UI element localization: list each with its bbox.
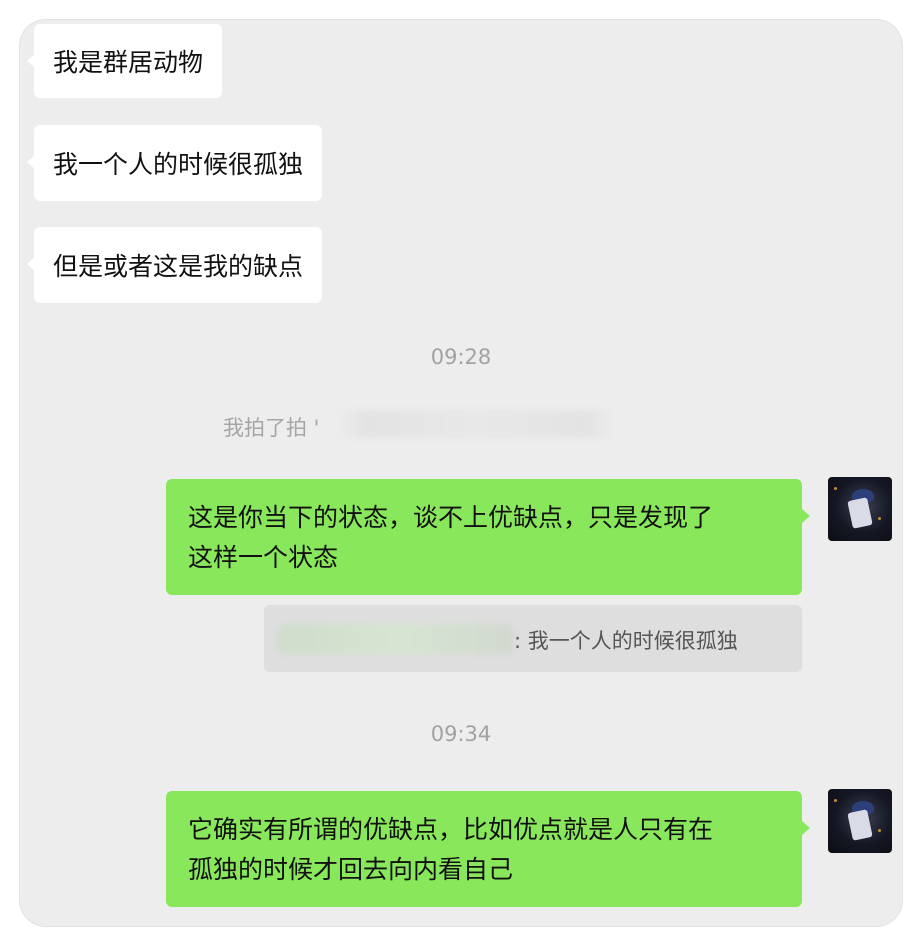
message-line: 孤独的时候才回去向内看自己 [188, 855, 514, 884]
timestamp: 09:28 [430, 345, 492, 369]
avatar[interactable] [828, 789, 892, 853]
message-text: 但是或者这是我的缺点 [53, 252, 304, 281]
incoming-message[interactable]: 我一个人的时候很孤独 [26, 125, 323, 201]
avatar-light [878, 517, 881, 520]
incoming-message[interactable]: 但是或者这是我的缺点 [26, 227, 323, 303]
message-text: 我一个人的时候很孤独 [53, 150, 304, 179]
pat-notice-text: 我拍了拍 ' [223, 416, 320, 440]
avatar-light [834, 799, 837, 802]
outgoing-message[interactable]: 这是你当下的状态，谈不上优缺点，只是发现了 这样一个状态 [166, 479, 810, 595]
quoted-text: : 我一个人的时候很孤独 [514, 629, 738, 653]
message-line: 这样一个状态 [188, 543, 339, 572]
chat-panel: 我是群居动物 我一个人的时候很孤独 但是或者这是我的缺点 09:28 我拍了拍 … [20, 20, 902, 926]
message-text: 我是群居动物 [53, 48, 204, 77]
quoted-message[interactable]: : 我一个人的时候很孤独 [264, 605, 802, 672]
avatar-light [834, 487, 837, 490]
message-line: 这是你当下的状态，谈不上优缺点，只是发现了 [188, 503, 714, 532]
outgoing-message[interactable]: 它确实有所谓的优缺点，比如优点就是人只有在 孤独的时候才回去向内看自己 [166, 791, 810, 907]
avatar-light [878, 829, 881, 832]
incoming-message[interactable]: 我是群居动物 [26, 24, 223, 98]
avatar[interactable] [828, 477, 892, 541]
pat-notice: 我拍了拍 ' [223, 412, 319, 442]
timestamp: 09:34 [430, 722, 492, 746]
redacted-sender [278, 624, 514, 654]
redacted-name [338, 410, 616, 438]
message-line: 它确实有所谓的优缺点，比如优点就是人只有在 [188, 815, 714, 844]
